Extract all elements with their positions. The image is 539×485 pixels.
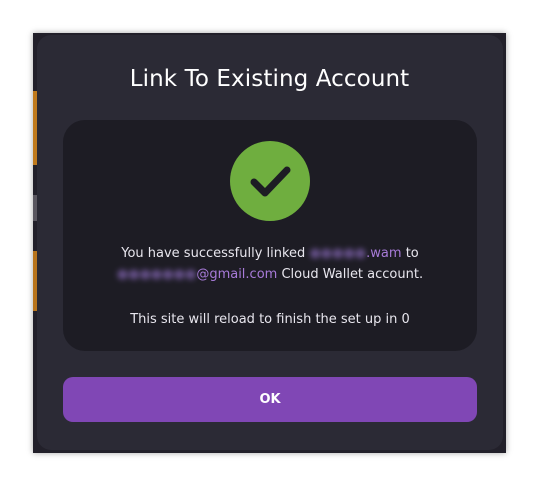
message-text: to: [401, 246, 419, 261]
check-icon: [230, 141, 310, 221]
reload-countdown-message: This site will reload to finish the set …: [130, 312, 410, 327]
account-suffix: .wam: [366, 246, 402, 261]
message-text: You have successfully linked: [121, 246, 310, 261]
redacted-account-name: ●●●●●: [309, 246, 367, 261]
ok-button[interactable]: OK: [63, 377, 477, 422]
success-message-line2: ●●●●●●●@gmail.com Cloud Wallet account.: [63, 266, 477, 284]
redacted-email-user: ●●●●●●●: [116, 267, 197, 282]
dialog-title: Link To Existing Account: [129, 66, 410, 92]
message-text: Cloud Wallet account.: [277, 267, 424, 282]
email-domain: @gmail.com: [196, 267, 278, 282]
success-message-line1: You have successfully linked ●●●●●.wam t…: [63, 245, 477, 263]
